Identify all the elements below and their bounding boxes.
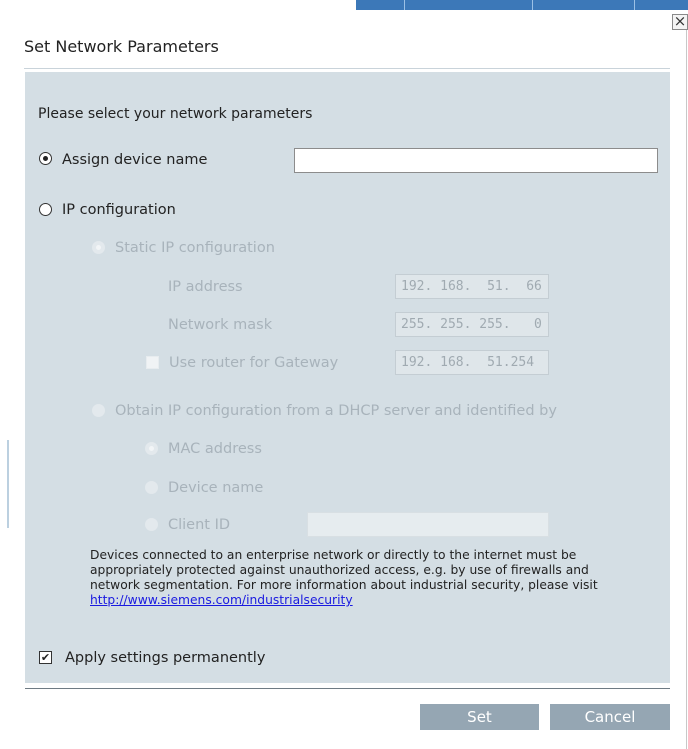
assign-device-name-radio[interactable]	[39, 152, 52, 165]
mac-address-label: MAC address	[168, 441, 262, 457]
client-id-radio[interactable]	[145, 518, 158, 531]
title-divider	[24, 68, 670, 69]
background-window-strip	[356, 0, 688, 10]
static-ip-label: Static IP configuration	[115, 240, 275, 256]
ip-configuration-radio[interactable]	[39, 203, 52, 216]
set-button[interactable]: Set	[420, 704, 539, 730]
device-name-label: Device name	[168, 480, 264, 496]
device-name-input[interactable]	[294, 148, 658, 173]
network-mask-field[interactable]: 255. 255. 255. 0	[395, 312, 549, 337]
background-edge	[7, 440, 9, 528]
network-mask-label: Network mask	[168, 317, 273, 333]
intro-text: Please select your network parameters	[38, 106, 313, 122]
apply-permanently-checkbox[interactable]: ✔	[39, 651, 52, 664]
mac-address-radio[interactable]	[145, 442, 158, 455]
assign-device-name-label: Assign device name	[62, 152, 208, 168]
use-router-checkbox[interactable]	[146, 356, 159, 369]
use-router-label: Use router for Gateway	[169, 355, 339, 371]
dhcp-radio[interactable]	[92, 404, 105, 417]
dhcp-label: Obtain IP configuration from a DHCP serv…	[115, 403, 557, 419]
ip-address-label: IP address	[168, 279, 243, 295]
close-icon[interactable]: ×	[672, 14, 688, 30]
security-note: Devices connected to an enterprise netwo…	[90, 548, 610, 608]
apply-permanently-label: Apply settings permanently	[65, 650, 266, 666]
dialog-border	[686, 30, 687, 749]
dialog-title: Set Network Parameters	[24, 37, 219, 56]
static-ip-radio[interactable]	[92, 241, 105, 254]
ip-configuration-label: IP configuration	[62, 202, 176, 218]
cancel-button[interactable]: Cancel	[550, 704, 670, 730]
device-name-radio[interactable]	[145, 481, 158, 494]
footer-divider	[25, 688, 670, 689]
ip-address-field[interactable]: 192. 168. 51. 66	[395, 274, 549, 299]
security-note-text: Devices connected to an enterprise netwo…	[90, 548, 598, 592]
client-id-label: Client ID	[168, 517, 231, 533]
gateway-field[interactable]: 192. 168. 51.254	[395, 350, 549, 375]
security-link[interactable]: http://www.siemens.com/industrialsecurit…	[90, 593, 353, 607]
client-id-field[interactable]	[307, 512, 549, 537]
